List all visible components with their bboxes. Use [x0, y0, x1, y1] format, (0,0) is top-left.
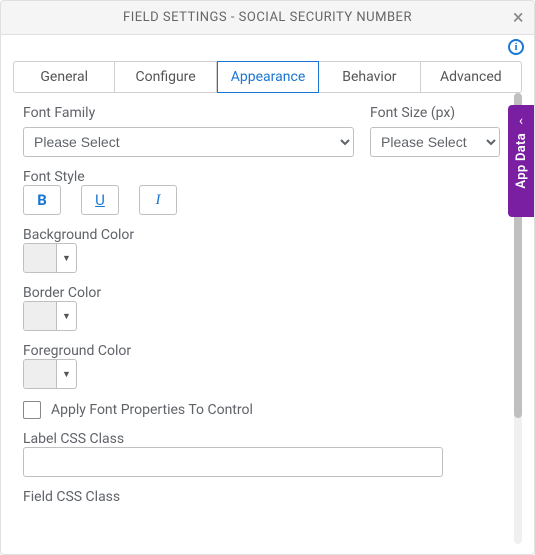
tab-behavior[interactable]: Behavior — [319, 61, 420, 93]
bold-button[interactable]: B — [23, 185, 61, 215]
info-icon[interactable]: i — [508, 39, 524, 55]
app-data-side-tab[interactable]: ‹ App Data — [508, 105, 534, 217]
font-size-label: Font Size (px) — [370, 105, 500, 121]
info-row: i — [1, 35, 534, 55]
field-settings-dialog: FIELD SETTINGS - SOCIAL SECURITY NUMBER … — [0, 0, 535, 555]
tab-general[interactable]: General — [13, 61, 115, 93]
underline-button[interactable]: U — [81, 185, 119, 215]
font-family-select[interactable]: Please Select — [23, 127, 354, 157]
tab-bar: General Configure Appearance Behavior Ad… — [13, 61, 522, 93]
dialog-title: FIELD SETTINGS - SOCIAL SECURITY NUMBER — [123, 10, 412, 25]
font-family-label: Font Family — [23, 105, 354, 121]
background-color-picker[interactable]: ▼ — [23, 243, 77, 273]
apply-font-label: Apply Font Properties To Control — [51, 402, 253, 418]
field-css-class-label: Field CSS Class — [23, 489, 500, 505]
foreground-color-label: Foreground Color — [23, 343, 131, 359]
chevron-down-icon: ▼ — [56, 302, 76, 330]
chevron-left-icon: ‹ — [519, 113, 523, 129]
foreground-color-swatch — [24, 360, 56, 388]
apply-font-checkbox[interactable] — [23, 401, 41, 419]
background-color-label: Background Color — [23, 227, 134, 243]
tab-appearance[interactable]: Appearance — [217, 61, 319, 93]
border-color-label: Border Color — [23, 285, 101, 301]
chevron-down-icon: ▼ — [56, 360, 76, 388]
label-css-class-input[interactable] — [23, 447, 443, 477]
scroll-fade — [11, 524, 512, 544]
appearance-panel: Font Family Please Select Font Size (px)… — [11, 93, 512, 544]
label-css-class-label: Label CSS Class — [23, 431, 124, 447]
font-style-group: B U I — [23, 185, 500, 215]
tab-advanced[interactable]: Advanced — [421, 61, 522, 93]
background-color-swatch — [24, 244, 56, 272]
border-color-swatch — [24, 302, 56, 330]
border-color-picker[interactable]: ▼ — [23, 301, 77, 331]
font-style-label: Font Style — [23, 169, 85, 185]
font-size-select[interactable]: Please Select — [370, 127, 500, 157]
tab-configure[interactable]: Configure — [115, 61, 216, 93]
side-tab-label: App Data — [514, 133, 529, 189]
close-icon[interactable]: × — [513, 7, 524, 27]
dialog-titlebar: FIELD SETTINGS - SOCIAL SECURITY NUMBER … — [1, 1, 534, 35]
foreground-color-picker[interactable]: ▼ — [23, 359, 77, 389]
chevron-down-icon: ▼ — [56, 244, 76, 272]
italic-button[interactable]: I — [139, 185, 177, 215]
